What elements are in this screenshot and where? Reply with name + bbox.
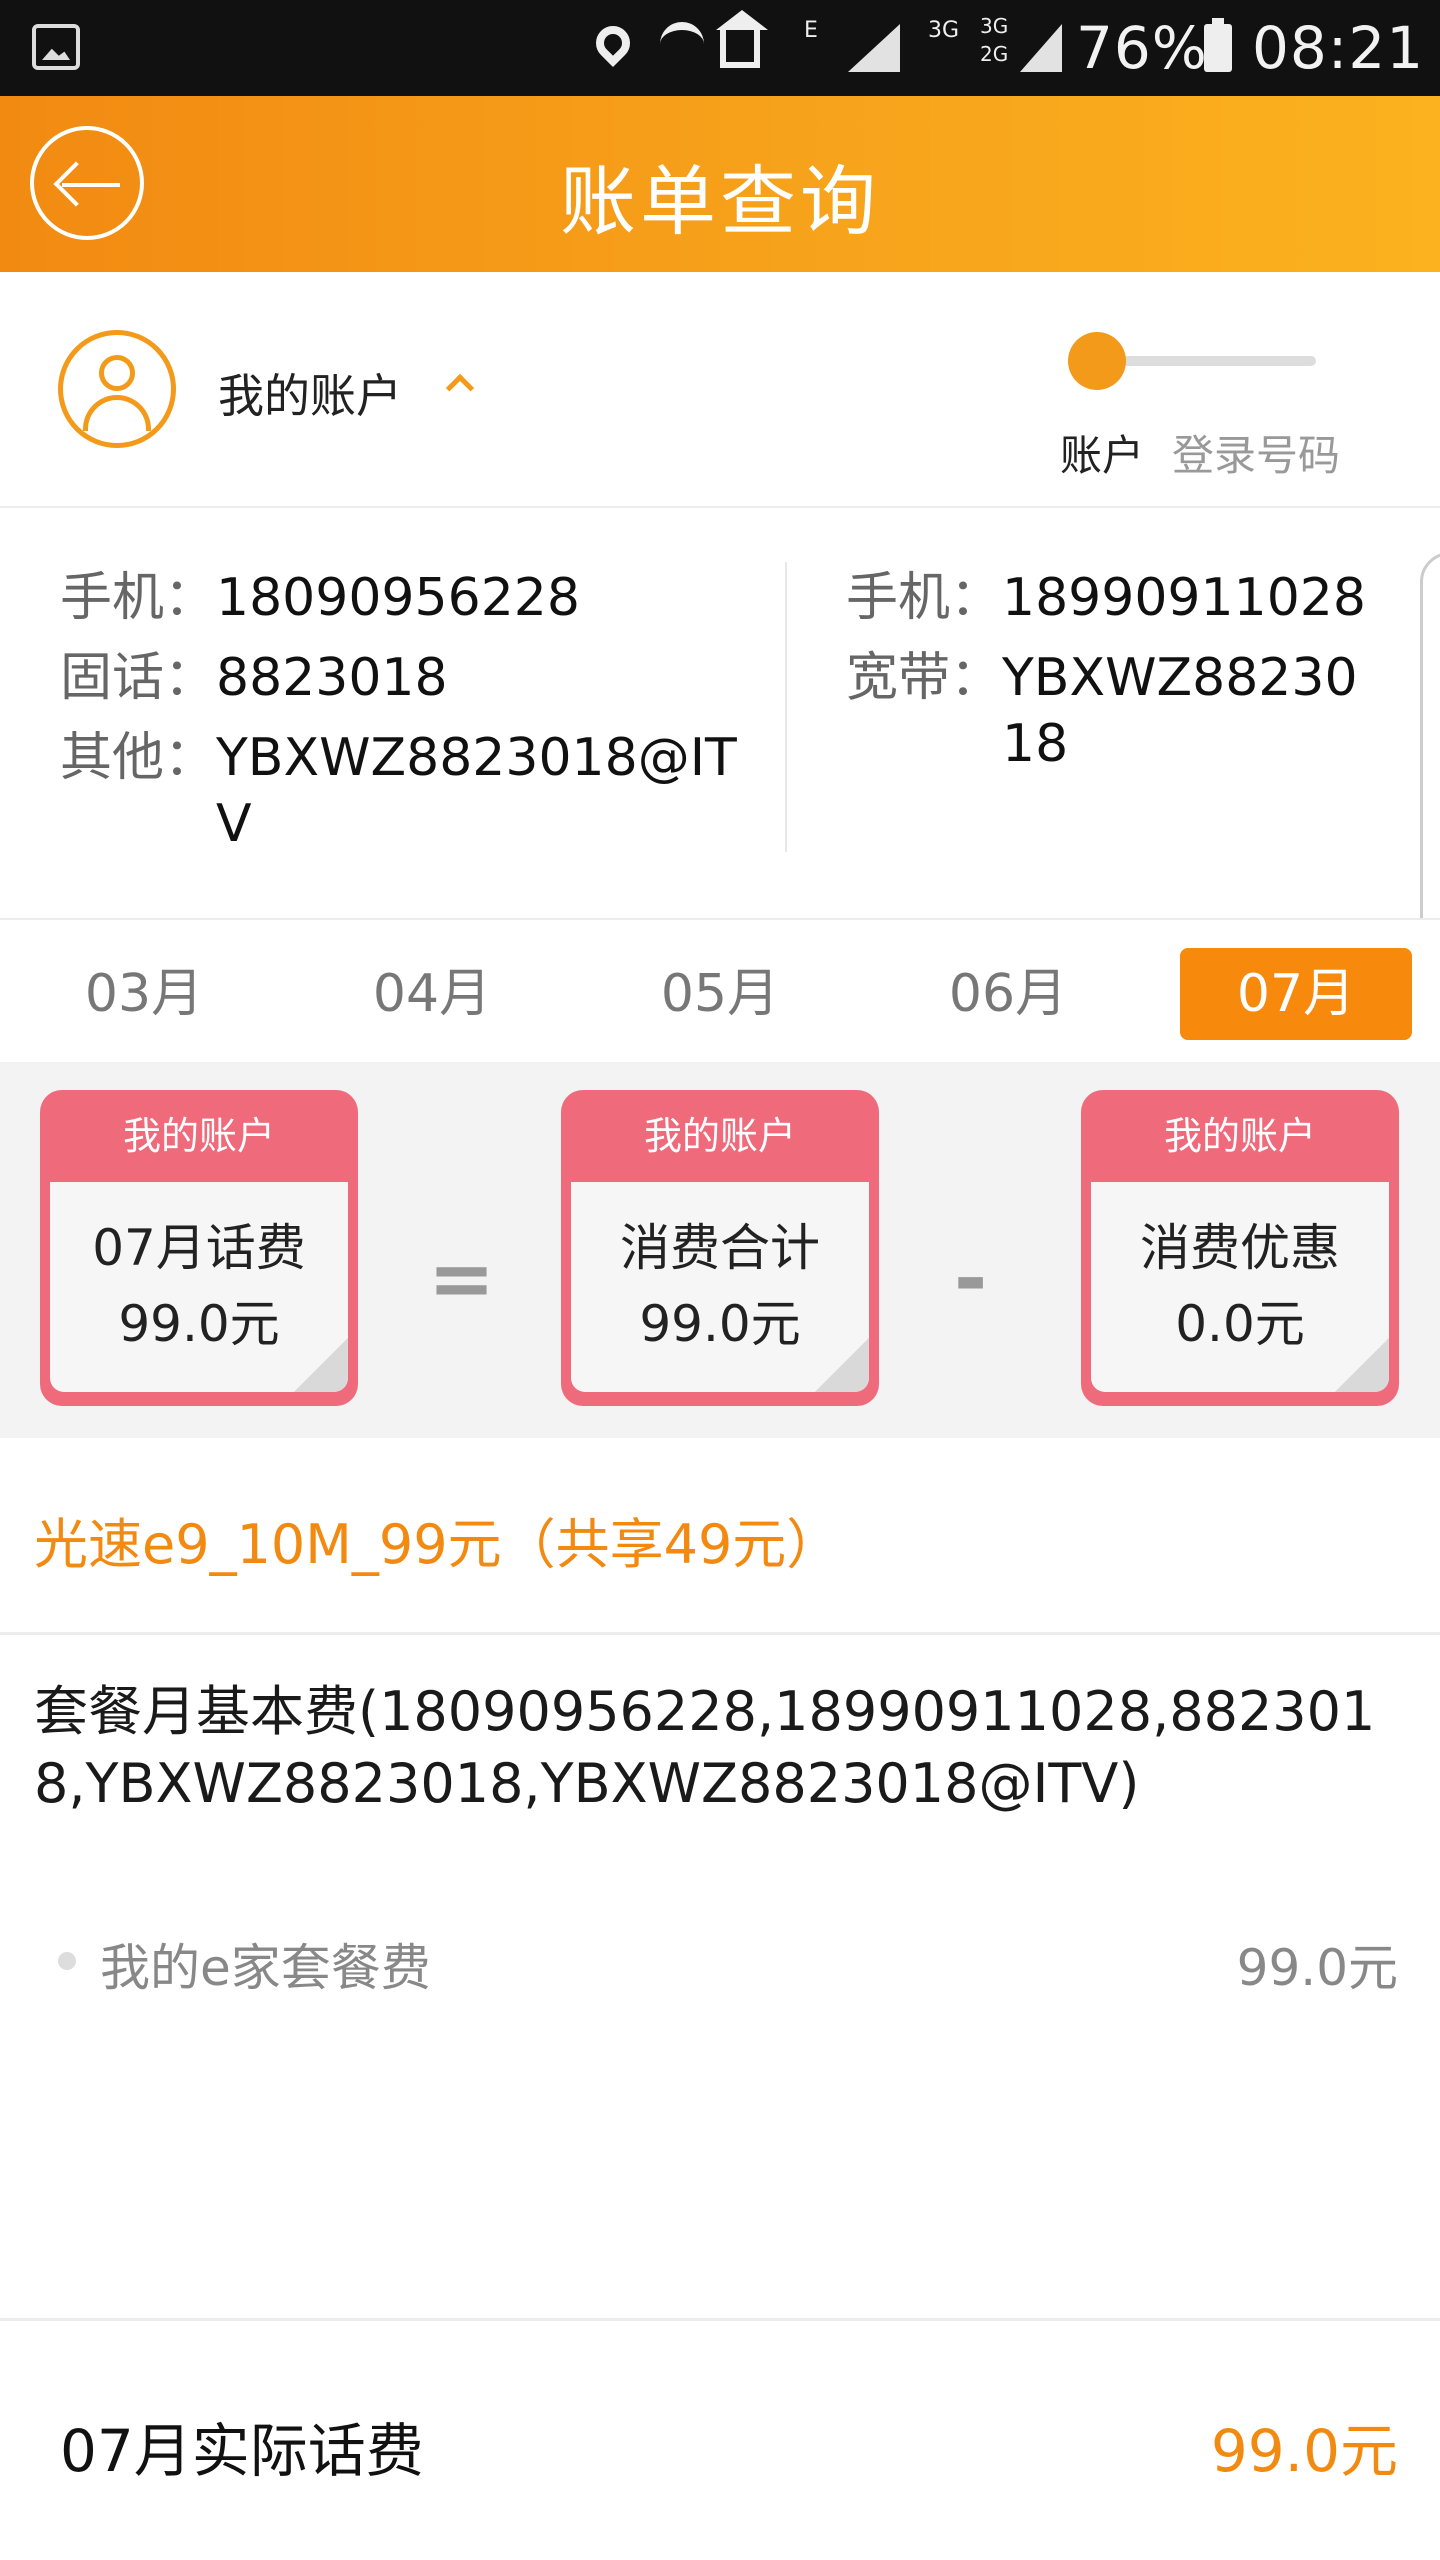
dual-sim-3g: 3G: [980, 14, 1009, 38]
status-bar: E 3G 3G 2G 76% 08:21: [0, 0, 1440, 96]
card-header: 我的账户: [1163, 1114, 1316, 1158]
card-body: 消费优惠 0.0元: [1091, 1182, 1389, 1392]
bill-formula: 我的账户 07月话费 99.0元 = 我的账户 消费合计 99.0元 - 我的账…: [0, 1062, 1440, 1438]
card-header: 我的账户: [122, 1114, 275, 1158]
app-header: 账单查询: [0, 96, 1440, 272]
card-title: 消费优惠: [1140, 1219, 1340, 1277]
month-tabs: 03月 04月 05月 06月 07月: [0, 918, 1440, 1062]
tab-month-05[interactable]: 05月: [604, 948, 836, 1040]
column-divider: [785, 562, 787, 852]
tab-month-07[interactable]: 07月: [1180, 948, 1412, 1040]
tab-month-03[interactable]: 03月: [28, 948, 260, 1040]
account-dropdown-label[interactable]: 我的账户: [218, 360, 402, 426]
card-header: 我的账户: [643, 1114, 796, 1158]
bill-card-consumption: 我的账户 消费合计 99.0元: [561, 1090, 879, 1406]
number-row: 手机： 18090956228: [60, 558, 740, 638]
minus-operator: -: [954, 1232, 988, 1325]
number-value: YBXWZ8823018@ITV: [216, 728, 737, 854]
page-curl-icon: [294, 1338, 348, 1392]
package-title: 光速e9_10M_99元（共享49元）: [34, 1513, 841, 1576]
number-key: 手机：: [846, 568, 1003, 628]
toggle-label-account[interactable]: 账户: [1060, 422, 1144, 483]
bullet-icon: [58, 1952, 76, 1970]
page-curl-icon: [1335, 1338, 1389, 1392]
battery-percent: 76%: [1076, 14, 1208, 82]
numbers-right-column: 手机： 18990911028 宽带： YBXWZ8823018: [846, 558, 1386, 777]
page-title: 账单查询: [560, 157, 880, 246]
number-row: 手机： 18990911028: [846, 558, 1386, 638]
actual-charge-amount: 99.0元: [1210, 2417, 1398, 2485]
tab-month-06[interactable]: 06月: [892, 948, 1124, 1040]
number-row: 宽带： YBXWZ8823018: [846, 638, 1386, 777]
number-key: 手机：: [60, 568, 217, 628]
battery-icon: [1204, 18, 1232, 72]
user-avatar-icon: [58, 330, 176, 448]
number-key: 宽带：: [846, 648, 1003, 708]
actual-charge-label: 07月实际话费: [60, 2417, 424, 2485]
location-icon: [588, 18, 640, 74]
account-mode-slider-knob[interactable]: [1068, 332, 1126, 390]
divider: [0, 1632, 1440, 1635]
number-key: 其他：: [60, 728, 217, 788]
dual-sim-2g: 2G: [980, 42, 1009, 66]
divider: [0, 2318, 1440, 2321]
fee-item-amount: 99.0元: [1236, 1939, 1398, 1997]
fee-description: 套餐月基本费(18090956228,18990911028,8823018,Y…: [34, 1680, 1376, 1815]
home-icon: [716, 10, 768, 68]
network-type-3g: 3G: [928, 18, 960, 43]
signal-icon-2: [1020, 24, 1062, 72]
signal-icon: [848, 24, 900, 72]
card-body: 消费合计 99.0元: [571, 1182, 869, 1392]
number-value: 18990911028: [1002, 568, 1366, 628]
account-numbers: 手机： 18090956228 固话： 8823018 其他： YBXWZ882…: [0, 508, 1440, 918]
tab-month-04[interactable]: 04月: [316, 948, 548, 1040]
number-row: 其他： YBXWZ8823018@ITV: [60, 718, 740, 857]
bill-card-discount: 我的账户 消费优惠 0.0元: [1081, 1090, 1399, 1406]
page-curl-icon: [815, 1338, 869, 1392]
wifi-icon: [660, 22, 704, 74]
number-value: YBXWZ8823018: [1002, 648, 1358, 774]
chevron-up-icon[interactable]: [445, 373, 475, 403]
account-selector: 我的账户 账户 登录号码: [0, 272, 1440, 508]
gallery-notification-icon: [32, 24, 80, 70]
clock: 08:21: [1252, 14, 1425, 82]
card-title: 07月话费: [92, 1219, 306, 1277]
number-value: 8823018: [216, 648, 448, 708]
account-mode-slider-track[interactable]: [1096, 356, 1316, 366]
number-value: 18090956228: [216, 568, 580, 628]
number-key: 固话：: [60, 648, 217, 708]
equals-operator: =: [428, 1232, 496, 1325]
bill-card-total: 我的账户 07月话费 99.0元: [40, 1090, 358, 1406]
number-row: 固话： 8823018: [60, 638, 740, 718]
toggle-label-login-number[interactable]: 登录号码: [1172, 422, 1340, 483]
numbers-left-column: 手机： 18090956228 固话： 8823018 其他： YBXWZ882…: [60, 558, 740, 857]
card-body: 07月话费 99.0元: [50, 1182, 348, 1392]
network-type-e: E: [804, 18, 818, 43]
card-title: 消费合计: [620, 1219, 820, 1277]
fee-item-name: 我的e家套餐费: [100, 1939, 431, 1997]
